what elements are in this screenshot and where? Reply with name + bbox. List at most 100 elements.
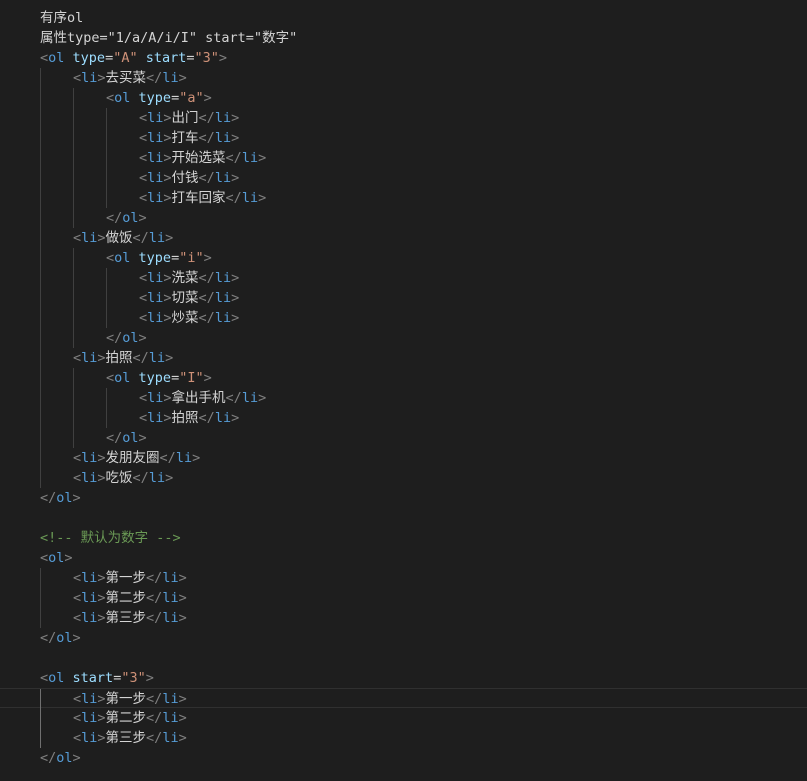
code-line[interactable]: <li>第一步</li> (0, 688, 807, 709)
indent-guide (40, 408, 41, 428)
token-text: = (171, 90, 180, 106)
token-text: 拿出手机 (171, 390, 226, 406)
code-line[interactable]: <li>开始选菜</li> (0, 148, 807, 168)
token-punctuation: > (163, 390, 172, 406)
token-tag-name: li (162, 610, 179, 626)
token-punctuation: > (97, 570, 106, 586)
code-line[interactable]: <li>切菜</li> (0, 288, 807, 308)
token-punctuation: < (73, 450, 82, 466)
code-line[interactable]: </ol> (0, 628, 807, 648)
code-line[interactable]: <ol type="a"> (0, 88, 807, 108)
token-punctuation: > (97, 350, 106, 366)
token-text: 去买菜 (105, 70, 147, 86)
token-text: 打车 (171, 130, 199, 146)
code-line[interactable]: <li>第一步</li> (0, 568, 807, 588)
code-line[interactable]: <li>付钱</li> (0, 168, 807, 188)
token-text: 开始选菜 (171, 150, 226, 166)
code-line[interactable]: </ol> (0, 488, 807, 508)
indent-guide (40, 68, 41, 88)
token-text: 出门 (171, 110, 199, 126)
token-tag-name: li (241, 390, 259, 406)
code-line[interactable]: <li>打车</li> (0, 128, 807, 148)
token-punctuation: > (72, 490, 81, 506)
indent-guide (73, 88, 74, 108)
code-line[interactable]: <ol start="3"> (0, 668, 807, 688)
token-punctuation: </ (198, 290, 215, 306)
token-tag-name: li (81, 610, 98, 626)
code-line[interactable]: <li>炒菜</li> (0, 308, 807, 328)
code-line[interactable]: <li>去买菜</li> (0, 68, 807, 88)
token-tag-name: ol (122, 210, 139, 226)
code-line[interactable]: <ol type="I"> (0, 368, 807, 388)
code-line[interactable]: <li>第三步</li> (0, 608, 807, 628)
token-punctuation: </ (159, 450, 176, 466)
token-punctuation: > (97, 230, 106, 246)
token-punctuation: > (163, 270, 172, 286)
token-punctuation: < (106, 90, 115, 106)
code-line[interactable]: <ol type="i"> (0, 248, 807, 268)
token-tag-name: li (175, 450, 193, 466)
indent-guide (40, 428, 41, 448)
token-text: 第一步 (105, 570, 147, 586)
code-line[interactable]: <!-- 默认为数字 --> (0, 528, 807, 548)
token-punctuation: < (73, 710, 82, 726)
indent-guide (73, 308, 74, 328)
code-line[interactable]: <li>拍照</li> (0, 348, 807, 368)
code-line[interactable]: <li>洗菜</li> (0, 268, 807, 288)
indent-guide (73, 148, 74, 168)
code-line[interactable] (0, 508, 807, 528)
line-content: <li>炒菜</li> (139, 308, 239, 328)
code-line[interactable]: <li>出门</li> (0, 108, 807, 128)
code-line[interactable]: </ol> (0, 328, 807, 348)
code-line[interactable]: <ol type="A" start="3"> (0, 48, 807, 68)
line-content: </ol> (40, 628, 81, 648)
indent-guide (40, 188, 41, 208)
code-line[interactable]: <li>打车回家</li> (0, 188, 807, 208)
indent-guide (40, 288, 41, 308)
token-punctuation: > (163, 150, 172, 166)
code-line[interactable]: <li>吃饭</li> (0, 468, 807, 488)
code-line[interactable]: </ol> (0, 208, 807, 228)
token-punctuation: </ (146, 730, 163, 746)
token-punctuation: < (139, 170, 148, 186)
token-punctuation: > (138, 430, 147, 446)
token-punctuation: < (139, 150, 148, 166)
code-editor[interactable]: 有序ol 属性type="1/a/A/i/I" start="数字" <ol typ… (0, 0, 807, 781)
token-punctuation: </ (146, 570, 163, 586)
indent-guide (106, 128, 107, 148)
code-line[interactable]: <li>拍照</li> (0, 408, 807, 428)
indent-guide (73, 328, 74, 348)
token-text: 做饭 (105, 230, 133, 246)
token-punctuation: > (258, 390, 267, 406)
code-line[interactable]: <li>做饭</li> (0, 228, 807, 248)
token-punctuation: > (165, 230, 174, 246)
code-line[interactable]: </ol> (0, 748, 807, 768)
token-attribute-name: type (72, 50, 106, 66)
line-content: <li>出门</li> (139, 108, 239, 128)
code-line[interactable]: <ol> (0, 548, 807, 568)
token-punctuation: > (203, 90, 212, 106)
code-line[interactable]: <li>第三步</li> (0, 728, 807, 748)
token-tag-name: li (81, 691, 98, 707)
token-punctuation: </ (106, 210, 123, 226)
token-text: = (186, 50, 195, 66)
token-tag-name: li (147, 410, 164, 426)
code-line[interactable]: 有序ol (0, 8, 807, 28)
code-line[interactable]: <li>拿出手机</li> (0, 388, 807, 408)
token-punctuation: > (231, 270, 240, 286)
token-tag-name: li (81, 590, 98, 606)
code-line[interactable] (0, 648, 807, 668)
code-line[interactable]: 属性type="1/a/A/i/I" start="数字" (0, 28, 807, 48)
line-content: </ol> (40, 488, 81, 508)
indent-guide (40, 348, 41, 368)
code-line[interactable]: <li>发朋友圈</li> (0, 448, 807, 468)
token-punctuation: > (97, 610, 106, 626)
indent-guide (73, 288, 74, 308)
code-line[interactable]: <li>第二步</li> (0, 708, 807, 728)
code-line[interactable]: <li>第二步</li> (0, 588, 807, 608)
code-line[interactable]: </ol> (0, 428, 807, 448)
token-punctuation: < (73, 730, 82, 746)
line-content: <li>第二步</li> (73, 588, 187, 608)
